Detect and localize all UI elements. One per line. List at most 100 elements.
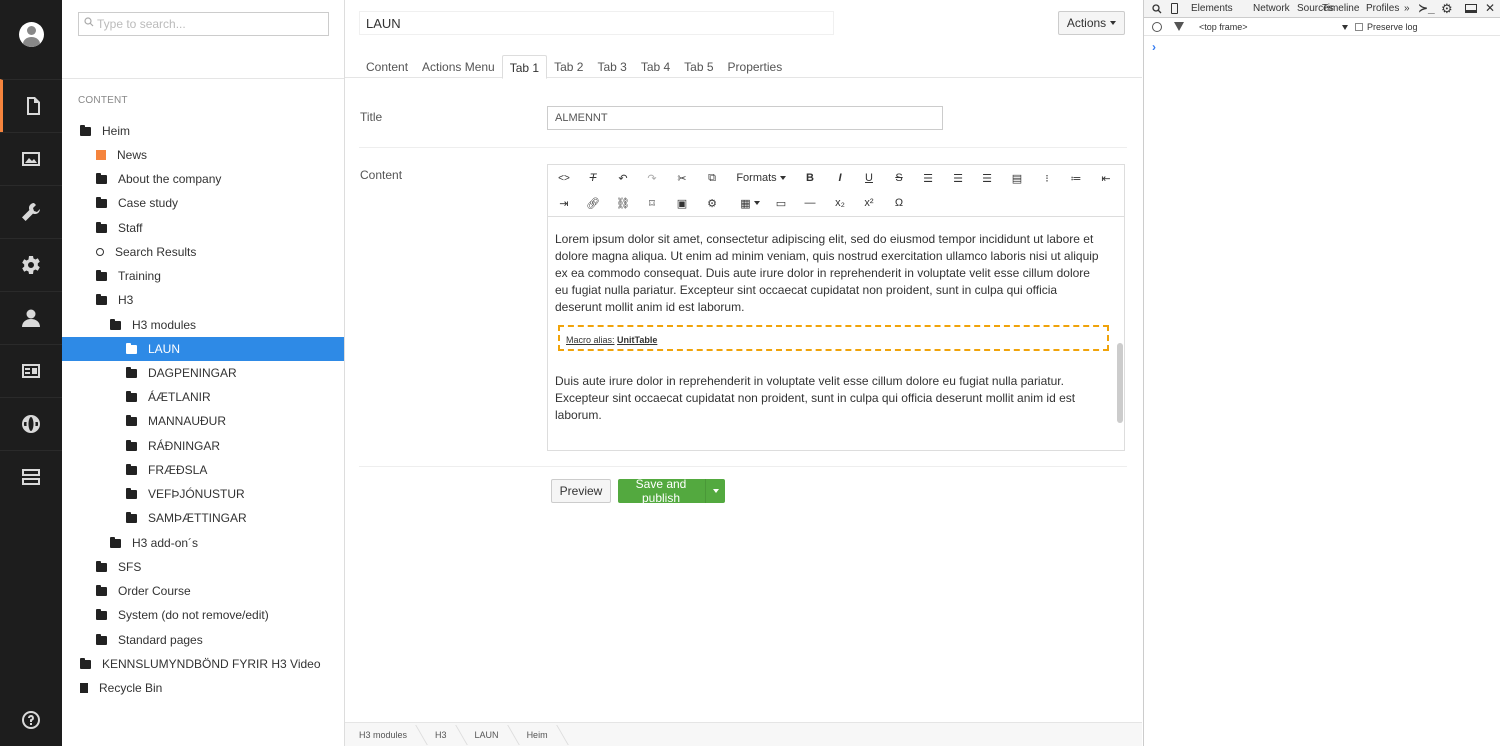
developer-section-button[interactable] [0,238,62,291]
breadcrumb-item[interactable]: Heim [513,723,562,746]
tab-tab-5[interactable]: Tab 5 [677,55,720,79]
tree-node[interactable]: SFS [62,555,344,579]
source-code-button[interactable]: <> [553,167,575,189]
tree-node[interactable]: H3 [62,288,344,312]
tree-node[interactable]: MANNAUÐUR [62,409,344,433]
tree-node[interactable]: SAMÞÆTTINGAR [62,506,344,530]
clear-format-button[interactable]: T [582,167,604,189]
undo-button[interactable]: ↶ [612,167,634,189]
tree-node[interactable]: System (do not remove/edit) [62,603,344,627]
subscript-button[interactable]: x₂ [829,192,851,214]
filter-icon[interactable] [1174,22,1184,31]
embed-button[interactable]: ▭ [770,192,792,214]
superscript-button[interactable]: x² [858,192,880,214]
align-right-button[interactable]: ☰ [976,167,998,189]
translation-section-button[interactable] [0,397,62,450]
forms-section-button[interactable] [0,450,62,503]
dock-icon[interactable] [1465,4,1477,13]
italic-button[interactable]: I [829,167,851,189]
tree-node[interactable]: FRÆÐSLA [62,458,344,482]
tab-tab-2[interactable]: Tab 2 [547,55,590,79]
insert-macro-button[interactable]: ⚙ [701,192,723,214]
users-section-button[interactable] [0,291,62,344]
tree-node[interactable]: RÁÐNINGAR [62,434,344,458]
macro-placeholder[interactable]: Macro alias: UnitTable [558,325,1109,351]
tree-node[interactable]: Standard pages [62,628,344,652]
tab-properties[interactable]: Properties [721,55,790,79]
close-icon[interactable]: ✕ [1485,1,1495,15]
title-input[interactable] [547,106,943,130]
devtools-tab-elements[interactable]: Elements [1191,3,1233,14]
clear-console-icon[interactable] [1152,22,1162,32]
bullet-list-button[interactable]: ⁝ [1036,167,1058,189]
devtools-tab-timeline[interactable]: Timeline [1322,3,1359,14]
help-button[interactable] [0,693,62,746]
tab-tab-4[interactable]: Tab 4 [634,55,677,79]
insert-link-button[interactable]: 🔗︎ [582,192,604,214]
media-section-button[interactable] [0,132,62,185]
numbered-list-button[interactable]: ≔ [1065,167,1087,189]
tree-node[interactable]: DAGPENINGAR [62,361,344,385]
align-left-button[interactable]: ☰ [917,167,939,189]
save-and-publish-button[interactable]: Save and publish [618,477,725,505]
cut-button[interactable]: ✂ [671,167,693,189]
console-drawer-icon[interactable]: ≻_ [1418,1,1435,15]
tab-tab-3[interactable]: Tab 3 [590,55,633,79]
tree-node[interactable]: About the company [62,167,344,191]
actions-dropdown-button[interactable]: Actions [1058,11,1125,35]
preserve-log-checkbox[interactable] [1355,23,1363,31]
members-section-button[interactable] [0,344,62,397]
tree-node[interactable]: LAUN [62,337,344,361]
tree-node[interactable]: News [62,143,344,167]
horizontal-rule-button[interactable]: — [799,192,821,214]
formats-dropdown[interactable]: Formats [732,167,790,189]
bold-button[interactable]: B [799,167,821,189]
anchor-button[interactable]: ⌑ [641,192,663,214]
tree-node[interactable]: Staff [62,216,344,240]
breadcrumb-item[interactable]: H3 [421,723,461,746]
console-prompt[interactable]: › [1152,40,1156,54]
tree-node[interactable]: Search Results [62,240,344,264]
device-icon[interactable] [1171,3,1178,14]
tree-node[interactable]: Training [62,264,344,288]
align-center-button[interactable]: ☰ [947,167,969,189]
tree-node[interactable]: Recycle Bin [62,676,344,700]
breadcrumb-item[interactable]: LAUN [461,723,513,746]
settings-icon[interactable]: ⚙ [1441,1,1453,17]
inspect-icon[interactable] [1152,4,1162,14]
user-avatar[interactable] [19,22,44,47]
tree-node[interactable]: Heim [62,119,344,143]
tree-node[interactable]: H3 modules [62,313,344,337]
tree-node[interactable]: VEFÞJÓNUSTUR [62,482,344,506]
preview-button[interactable]: Preview [551,479,611,503]
tree-node[interactable]: Case study [62,191,344,215]
editor-content-area[interactable]: Lorem ipsum dolor sit amet, consectetur … [548,218,1124,450]
settings-section-button[interactable] [0,185,62,238]
redo-button[interactable]: ↷ [641,167,663,189]
align-justify-button[interactable]: ▤ [1006,167,1028,189]
table-dropdown[interactable]: ▦ [735,192,765,214]
indent-button[interactable]: ⇥ [553,192,575,214]
special-character-button[interactable]: Ω [888,192,910,214]
tree-node[interactable]: H3 add-on´s [62,531,344,555]
copy-button[interactable]: ⧉ [701,167,723,189]
tree-node[interactable]: KENNSLUMYNDBÖND FYRIR H3 Video [62,652,344,676]
editor-scrollbar[interactable] [1117,343,1123,423]
devtools-tab-profiles[interactable]: Profiles [1366,3,1399,14]
frame-selector[interactable]: <top frame> [1199,22,1248,32]
save-options-button[interactable] [705,479,725,503]
tab-content[interactable]: Content [359,55,415,79]
content-section-button[interactable] [0,79,62,132]
underline-button[interactable]: U [858,167,880,189]
search-input[interactable] [78,12,329,36]
insert-media-button[interactable]: ▣ [671,192,693,214]
devtools-tab-network[interactable]: Network [1253,3,1290,14]
strikethrough-button[interactable]: S [888,167,910,189]
outdent-button[interactable]: ⇤ [1095,167,1117,189]
tree-node[interactable]: ÁÆTLANIR [62,385,344,409]
breadcrumb-item[interactable]: H3 modules [345,723,421,746]
devtools-more-tabs[interactable]: » [1404,3,1410,14]
unlink-button[interactable]: ⛓ [612,192,634,214]
tree-node[interactable]: Order Course [62,579,344,603]
tab-tab-1[interactable]: Tab 1 [501,55,548,79]
